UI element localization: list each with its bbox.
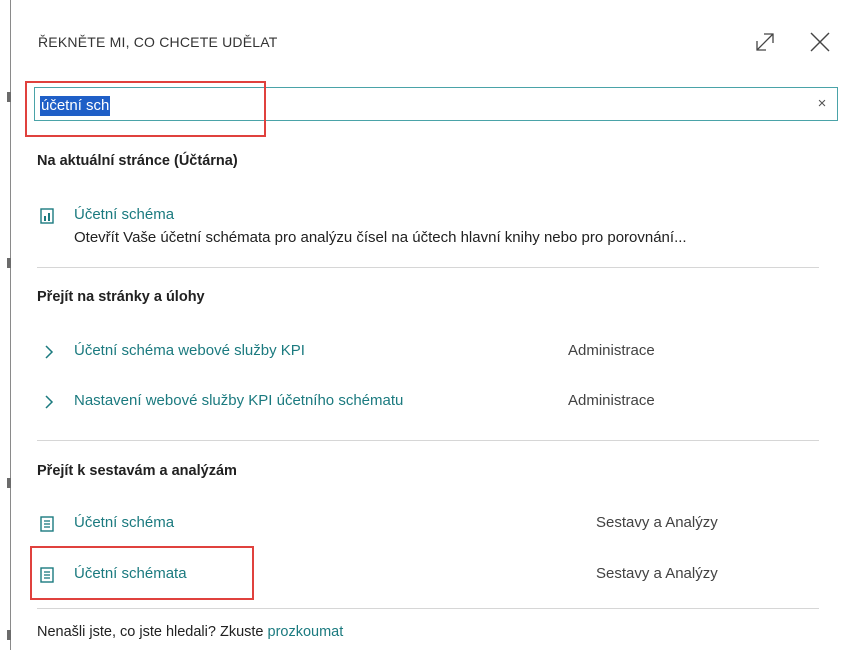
section-title-pages-tasks: Přejít na stránky a úlohy bbox=[37, 289, 205, 305]
highlight-box-result bbox=[30, 546, 254, 600]
chevron-right-icon bbox=[44, 394, 54, 410]
dialog-title: ŘEKNĚTE MI, CO CHCETE UDĚLAT bbox=[38, 34, 278, 50]
section-divider bbox=[37, 608, 819, 609]
section-divider bbox=[37, 267, 819, 268]
footer-text: Nenašli jste, co jste hledali? Zkuste pr… bbox=[37, 624, 343, 640]
result-category: Sestavy a Analýzy bbox=[596, 565, 718, 582]
result-category: Administrace bbox=[568, 342, 655, 359]
result-link-ucetni-schema-current[interactable]: Účetní schéma bbox=[74, 206, 174, 223]
result-link-kpi-web-service[interactable]: Účetní schéma webové služby KPI bbox=[74, 342, 305, 359]
result-link-ucetni-schema-report[interactable]: Účetní schéma bbox=[74, 514, 174, 531]
explore-link[interactable]: prozkoumat bbox=[268, 624, 344, 640]
section-title-current-page: Na aktuální stránce (Účtárna) bbox=[37, 153, 238, 169]
result-category: Sestavy a Analýzy bbox=[596, 514, 718, 531]
expand-arrows-icon[interactable] bbox=[751, 28, 779, 56]
footer-message: Nenašli jste, co jste hledali? Zkuste bbox=[37, 624, 268, 640]
tell-me-dialog: ŘEKNĚTE MI, CO CHCETE UDĚLAT účetní sch … bbox=[11, 0, 843, 650]
section-divider bbox=[37, 440, 819, 441]
chevron-right-icon bbox=[44, 344, 54, 360]
close-x-icon[interactable] bbox=[806, 28, 834, 56]
report-document-icon bbox=[40, 516, 54, 532]
section-title-reports: Přejít k sestavám a analýzám bbox=[37, 463, 237, 479]
chart-page-icon bbox=[40, 208, 54, 224]
highlight-box-search bbox=[25, 81, 266, 137]
result-category: Administrace bbox=[568, 392, 655, 409]
result-description: Otevřít Vaše účetní schémata pro analýzu… bbox=[74, 229, 687, 246]
clear-search-button[interactable]: × bbox=[813, 95, 831, 113]
result-link-kpi-setup[interactable]: Nastavení webové služby KPI účetního sch… bbox=[74, 392, 403, 409]
